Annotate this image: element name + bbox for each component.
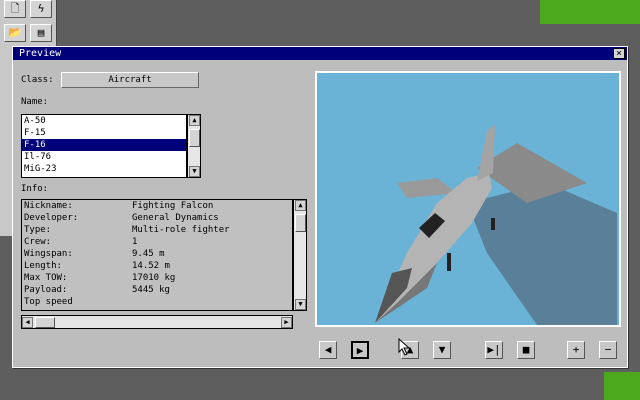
class-selector[interactable]: Aircraft bbox=[61, 72, 199, 88]
info-value: 17010 kg bbox=[132, 273, 176, 283]
desktop-green-area-bottom bbox=[604, 372, 640, 400]
info-panel: Nickname: Fighting Falcon Developer: Gener… bbox=[21, 199, 293, 311]
aircraft-tail-plane-shape bbox=[467, 183, 617, 325]
aircraft-vertical-stabilizer-shape bbox=[477, 125, 495, 181]
scroll-up-arrow-icon[interactable]: ▲ bbox=[295, 200, 306, 211]
scroll-down-arrow-icon[interactable]: ▼ bbox=[189, 166, 200, 177]
play-button[interactable]: ▶ bbox=[351, 341, 369, 359]
info-row: Payload: 5445 kg bbox=[22, 284, 292, 296]
list-item[interactable]: MiG-23 bbox=[22, 163, 186, 175]
zoom-in-button[interactable]: + bbox=[567, 341, 585, 359]
info-row: Max TOW: 17010 kg bbox=[22, 272, 292, 284]
scroll-right-arrow-icon[interactable]: ▶ bbox=[281, 317, 292, 328]
info-key: Crew: bbox=[24, 237, 52, 247]
info-row: Wingspan: 9.45 m bbox=[22, 248, 292, 260]
window-title: Preview bbox=[19, 48, 62, 59]
name-list-scrollbar[interactable]: ▲ ▼ bbox=[187, 114, 201, 178]
previous-button[interactable]: ◀ bbox=[319, 341, 337, 359]
open-folder-icon[interactable]: 📂 bbox=[4, 24, 26, 42]
list-item[interactable]: A-50 bbox=[22, 115, 186, 127]
class-label: Class: bbox=[21, 75, 54, 85]
name-listbox[interactable]: A-50 F-15 F-16 Il-76 MiG-23 bbox=[21, 114, 187, 178]
scroll-left-arrow-icon[interactable]: ◀ bbox=[22, 317, 33, 328]
info-row: Nickname: Fighting Falcon bbox=[22, 200, 292, 212]
info-value: Multi-role fighter bbox=[132, 225, 230, 235]
mouse-cursor-icon bbox=[398, 338, 411, 356]
stop-button[interactable]: ■ bbox=[517, 341, 535, 359]
info-value: 5445 kg bbox=[132, 285, 170, 295]
title-bar[interactable]: Preview × bbox=[13, 47, 627, 60]
name-label: Name: bbox=[21, 97, 49, 107]
skip-end-button[interactable]: ▶| bbox=[485, 341, 503, 359]
new-file-icon[interactable]: 🗋 bbox=[4, 0, 26, 18]
info-value: 9.45 m bbox=[132, 249, 165, 259]
info-key: Type: bbox=[24, 225, 52, 235]
info-value: General Dynamics bbox=[132, 213, 219, 223]
info-key: Payload: bbox=[24, 285, 68, 295]
info-value: 14.52 m bbox=[132, 261, 170, 271]
aircraft-landing-gear-shape bbox=[447, 253, 451, 271]
close-button[interactable]: × bbox=[613, 48, 625, 59]
info-horizontal-scrollbar[interactable]: ◀ ▶ bbox=[21, 315, 293, 329]
scroll-up-arrow-icon[interactable]: ▲ bbox=[189, 115, 200, 126]
aircraft-landing-gear-shape bbox=[491, 218, 495, 230]
info-key: Max TOW: bbox=[24, 273, 68, 283]
info-key: Length: bbox=[24, 261, 62, 271]
list-item-selected[interactable]: F-16 bbox=[22, 139, 186, 151]
info-label: Info: bbox=[21, 184, 49, 194]
info-key: Nickname: bbox=[24, 201, 73, 211]
info-row: Top speed bbox=[22, 296, 292, 308]
info-key: Developer: bbox=[24, 213, 79, 223]
scroll-thumb[interactable] bbox=[35, 317, 55, 328]
list-item[interactable]: F-15 bbox=[22, 127, 186, 139]
info-value: 1 bbox=[132, 237, 138, 247]
lightning-icon[interactable]: ϟ bbox=[30, 0, 52, 18]
preview-window: Preview × Class: Aircraft Name: A-50 F-1… bbox=[12, 46, 628, 368]
info-key: Top speed bbox=[24, 297, 73, 307]
list-icon[interactable]: ▤ bbox=[30, 24, 52, 42]
info-row: Developer: General Dynamics bbox=[22, 212, 292, 224]
info-value: Fighting Falcon bbox=[132, 201, 214, 211]
info-row: Length: 14.52 m bbox=[22, 260, 292, 272]
info-vertical-scrollbar[interactable]: ▲ ▼ bbox=[293, 199, 307, 311]
info-key: Wingspan: bbox=[24, 249, 73, 259]
list-item[interactable]: Il-76 bbox=[22, 151, 186, 163]
info-row: Type: Multi-role fighter bbox=[22, 224, 292, 236]
scroll-thumb[interactable] bbox=[189, 129, 200, 147]
aircraft-3d-preview[interactable] bbox=[315, 71, 621, 327]
tilt-down-button[interactable]: ▼ bbox=[433, 341, 451, 359]
zoom-out-button[interactable]: − bbox=[599, 341, 617, 359]
f16-jet-render bbox=[375, 125, 617, 325]
scroll-down-arrow-icon[interactable]: ▼ bbox=[295, 299, 306, 310]
desktop-green-area bbox=[540, 0, 640, 24]
info-row: Crew: 1 bbox=[22, 236, 292, 248]
scroll-thumb[interactable] bbox=[295, 214, 306, 232]
